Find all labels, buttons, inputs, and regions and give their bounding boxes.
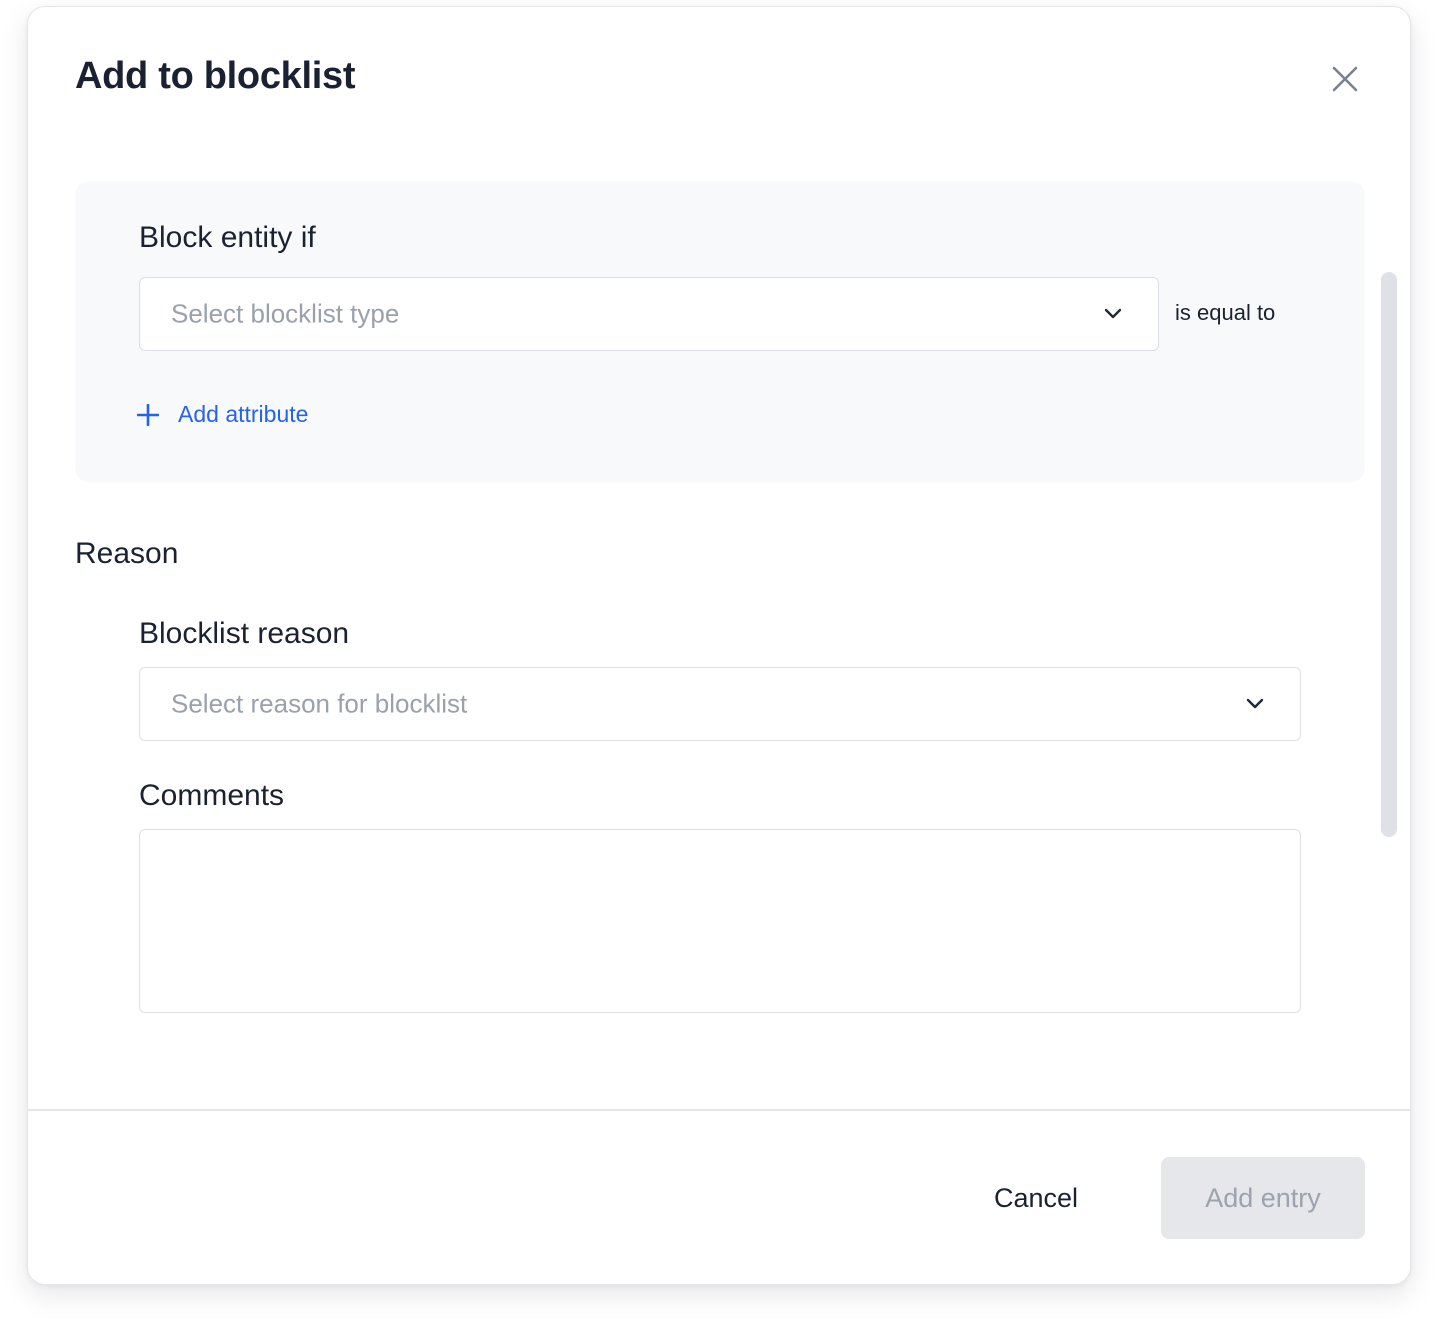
add-attribute-button[interactable]: Add attribute [135, 401, 308, 428]
comments-label: Comments [139, 779, 285, 812]
add-to-blocklist-dialog: Add to blocklist Block entity if Select … [27, 6, 1411, 1285]
cancel-button[interactable]: Cancel [976, 1157, 1096, 1239]
blocklist-type-placeholder: Select blocklist type [171, 298, 400, 329]
blocklist-reason-label: Blocklist reason [139, 617, 350, 650]
blocklist-type-select[interactable]: Select blocklist type [139, 277, 1159, 351]
blocklist-reason-select[interactable]: Select reason for blocklist [139, 667, 1301, 741]
dialog-title: Add to blocklist [75, 55, 356, 97]
block-entity-heading: Block entity if [139, 221, 316, 254]
blocklist-reason-placeholder: Select reason for blocklist [171, 688, 468, 719]
close-button[interactable] [1325, 59, 1365, 99]
add-entry-button[interactable]: Add entry [1161, 1157, 1365, 1239]
reason-section-heading: Reason [75, 537, 179, 570]
add-attribute-label: Add attribute [178, 401, 309, 427]
block-condition-panel: Block entity if Select blocklist type is… [75, 181, 1365, 482]
comments-textarea[interactable] [139, 829, 1301, 1013]
footer-divider [28, 1109, 1410, 1111]
operator-label: is equal to [1175, 300, 1276, 325]
chevron-down-icon [1102, 303, 1124, 325]
plus-icon [135, 402, 161, 428]
chevron-down-icon [1244, 693, 1266, 715]
scrollbar-thumb[interactable] [1381, 272, 1397, 837]
close-icon [1332, 66, 1358, 92]
